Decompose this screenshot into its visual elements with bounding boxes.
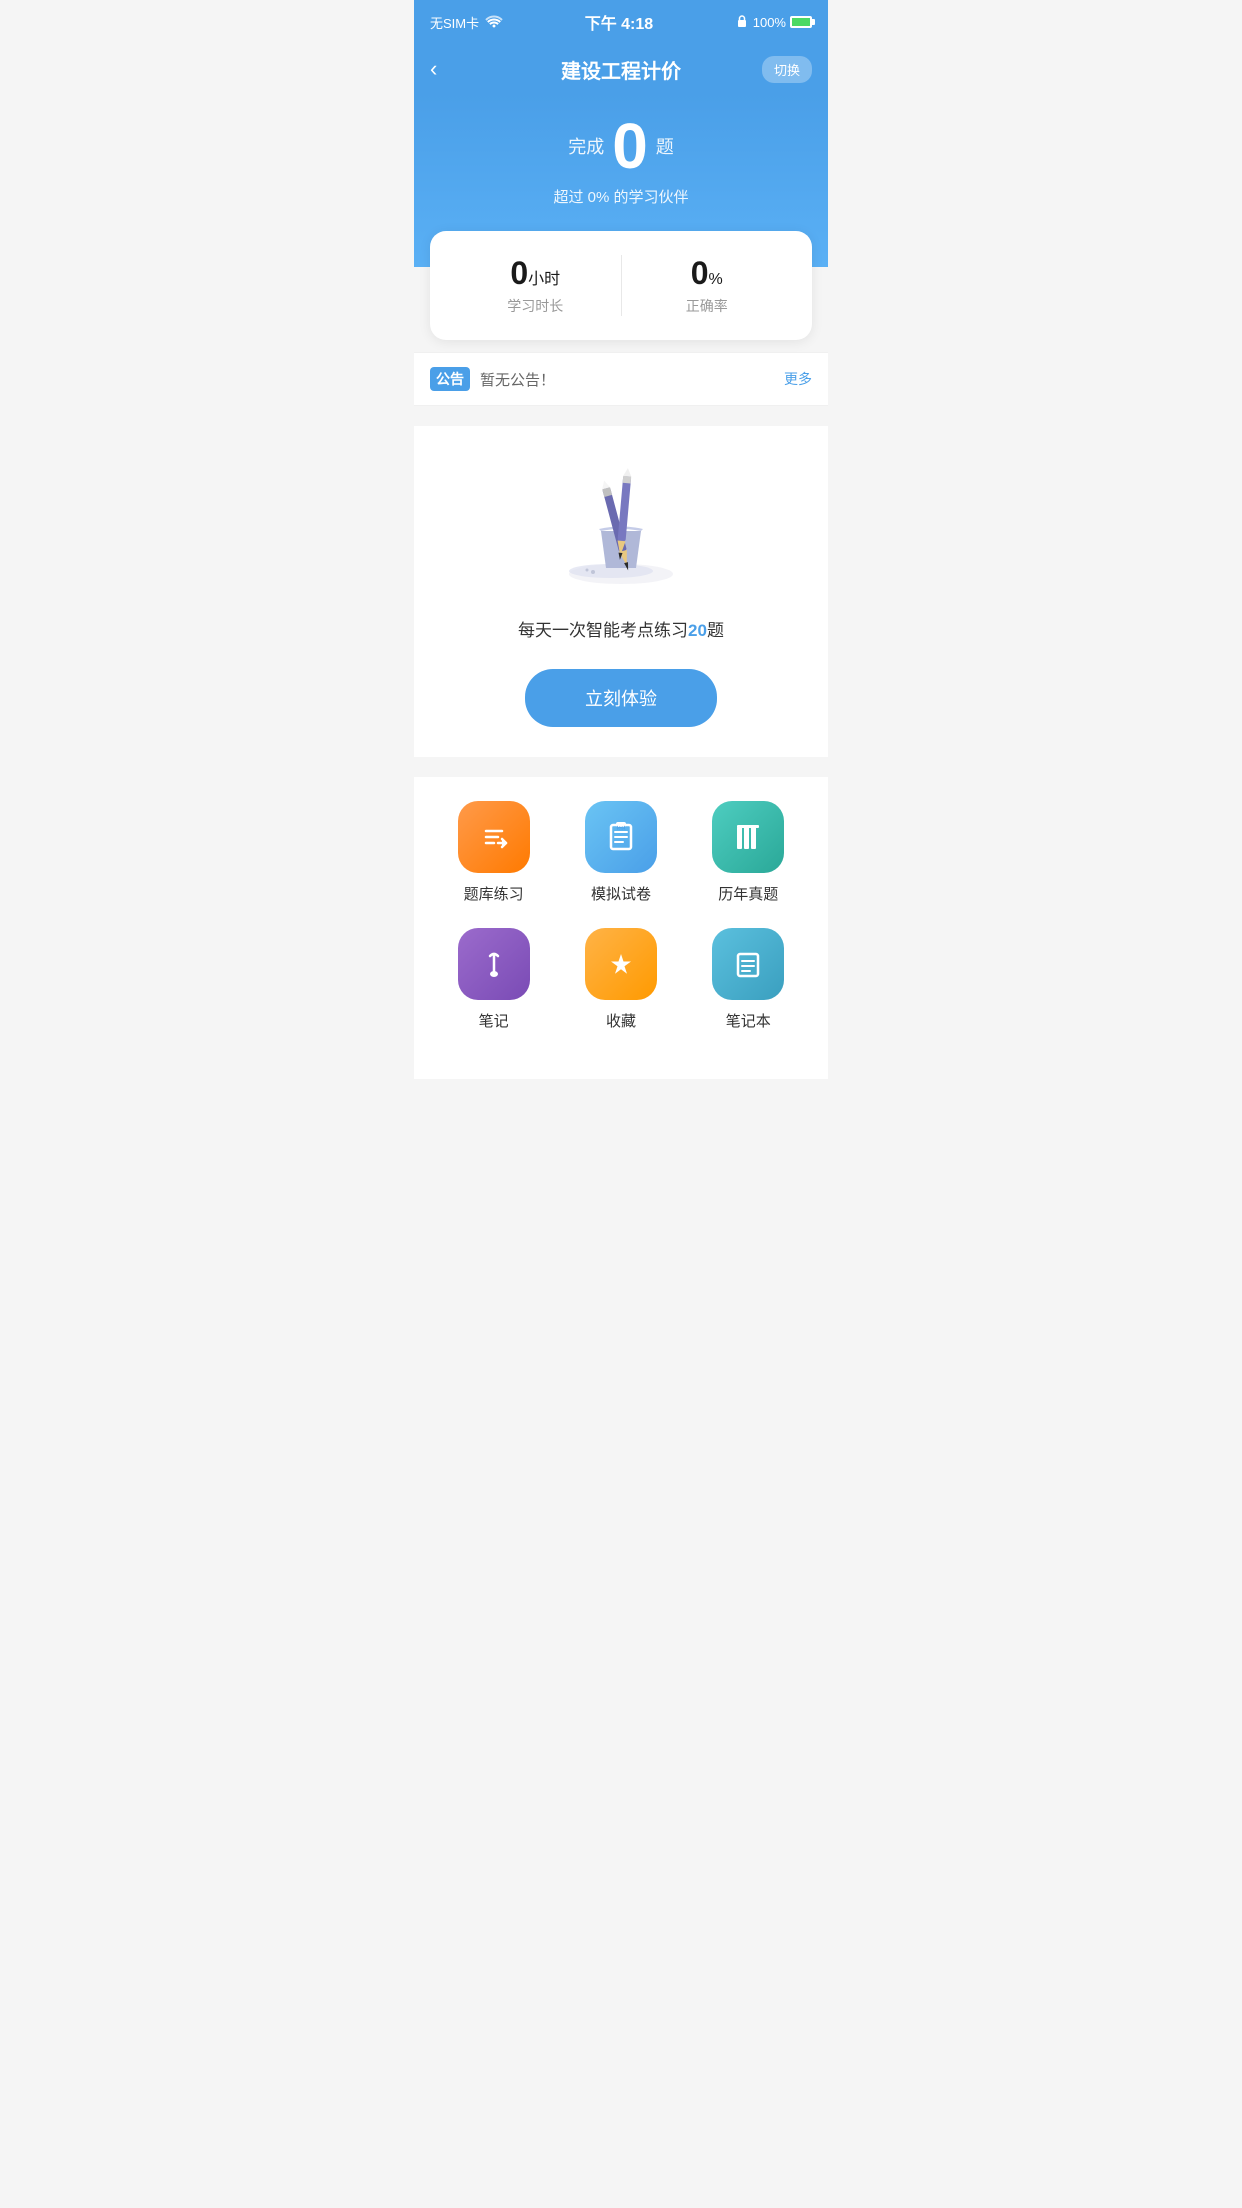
divider-2 — [414, 757, 828, 767]
status-left: 无SIM卡 — [430, 13, 503, 32]
no-sim-text: 无SIM卡 — [430, 13, 479, 32]
battery-percent: 100% — [753, 15, 786, 30]
daily-description: 每天一次智能考点练习20题 — [434, 616, 808, 641]
ann-left: 公告 暂无公告！ — [430, 367, 555, 391]
study-hours-stat: 0小时 学习时长 — [450, 255, 622, 316]
study-hours-value: 0小时 — [450, 255, 621, 292]
hero-subtitle: 超过 0% 的学习伙伴 — [434, 186, 808, 207]
back-button[interactable]: ‹ — [430, 56, 437, 82]
experience-button[interactable]: 立刻体验 — [525, 669, 717, 727]
wifi-icon — [485, 14, 503, 31]
battery-icon — [790, 16, 812, 28]
svg-text:test: test — [617, 826, 626, 832]
feature-row-2: 笔记 收藏 笔记本 — [430, 928, 812, 1031]
pencil-illustration — [551, 456, 691, 596]
past-papers-icon — [712, 801, 784, 873]
status-right: 100% — [735, 14, 812, 31]
mock-exam-label: 模拟试卷 — [591, 883, 651, 904]
past-papers-label: 历年真题 — [718, 883, 778, 904]
switch-button[interactable]: 切换 — [762, 56, 812, 83]
status-time: 下午 4:18 — [585, 10, 653, 34]
hero-suffix: 题 — [656, 133, 674, 159]
announcement-bar: 公告 暂无公告！ 更多 — [414, 352, 828, 406]
feature-item-past-papers[interactable]: 历年真题 — [698, 801, 798, 904]
feature-item-favorites[interactable]: 收藏 — [571, 928, 671, 1031]
feature-item-notes[interactable]: 笔记 — [444, 928, 544, 1031]
notes-label: 笔记 — [479, 1010, 509, 1031]
divider-1 — [414, 406, 828, 416]
accuracy-label: 正确率 — [622, 296, 793, 316]
accuracy-stat: 0% 正确率 — [622, 255, 793, 316]
hero-prefix: 完成 — [568, 133, 604, 159]
feature-item-mock-exam[interactable]: test 模拟试卷 — [571, 801, 671, 904]
hero-number: 0 — [612, 114, 648, 178]
notebook-label: 笔记本 — [726, 1010, 771, 1031]
mock-exam-icon: test — [585, 801, 657, 873]
feature-grid: 题库练习 test 模拟试卷 历年 — [414, 777, 828, 1079]
ann-more-button[interactable]: 更多 — [784, 369, 812, 389]
daily-section: 每天一次智能考点练习20题 立刻体验 — [414, 426, 828, 757]
feature-row-1: 题库练习 test 模拟试卷 历年 — [430, 801, 812, 904]
notebook-icon — [712, 928, 784, 1000]
accuracy-value: 0% — [622, 255, 793, 292]
feature-item-question-bank[interactable]: 题库练习 — [444, 801, 544, 904]
page-title: 建设工程计价 — [561, 55, 681, 84]
ann-text: 暂无公告！ — [480, 369, 555, 390]
stats-card: 0小时 学习时长 0% 正确率 — [430, 231, 812, 340]
status-bar: 无SIM卡 下午 4:18 100% — [414, 0, 828, 44]
question-bank-label: 题库练习 — [464, 883, 524, 904]
lock-icon — [735, 14, 749, 31]
study-hours-label: 学习时长 — [450, 296, 621, 316]
notes-icon — [458, 928, 530, 1000]
hero-count-row: 完成 0 题 — [434, 114, 808, 178]
feature-item-notebook[interactable]: 笔记本 — [698, 928, 798, 1031]
ann-badge: 公告 — [430, 367, 470, 391]
favorites-icon — [585, 928, 657, 1000]
header: ‹ 建设工程计价 切换 — [414, 44, 828, 94]
question-bank-icon — [458, 801, 530, 873]
favorites-label: 收藏 — [606, 1010, 636, 1031]
